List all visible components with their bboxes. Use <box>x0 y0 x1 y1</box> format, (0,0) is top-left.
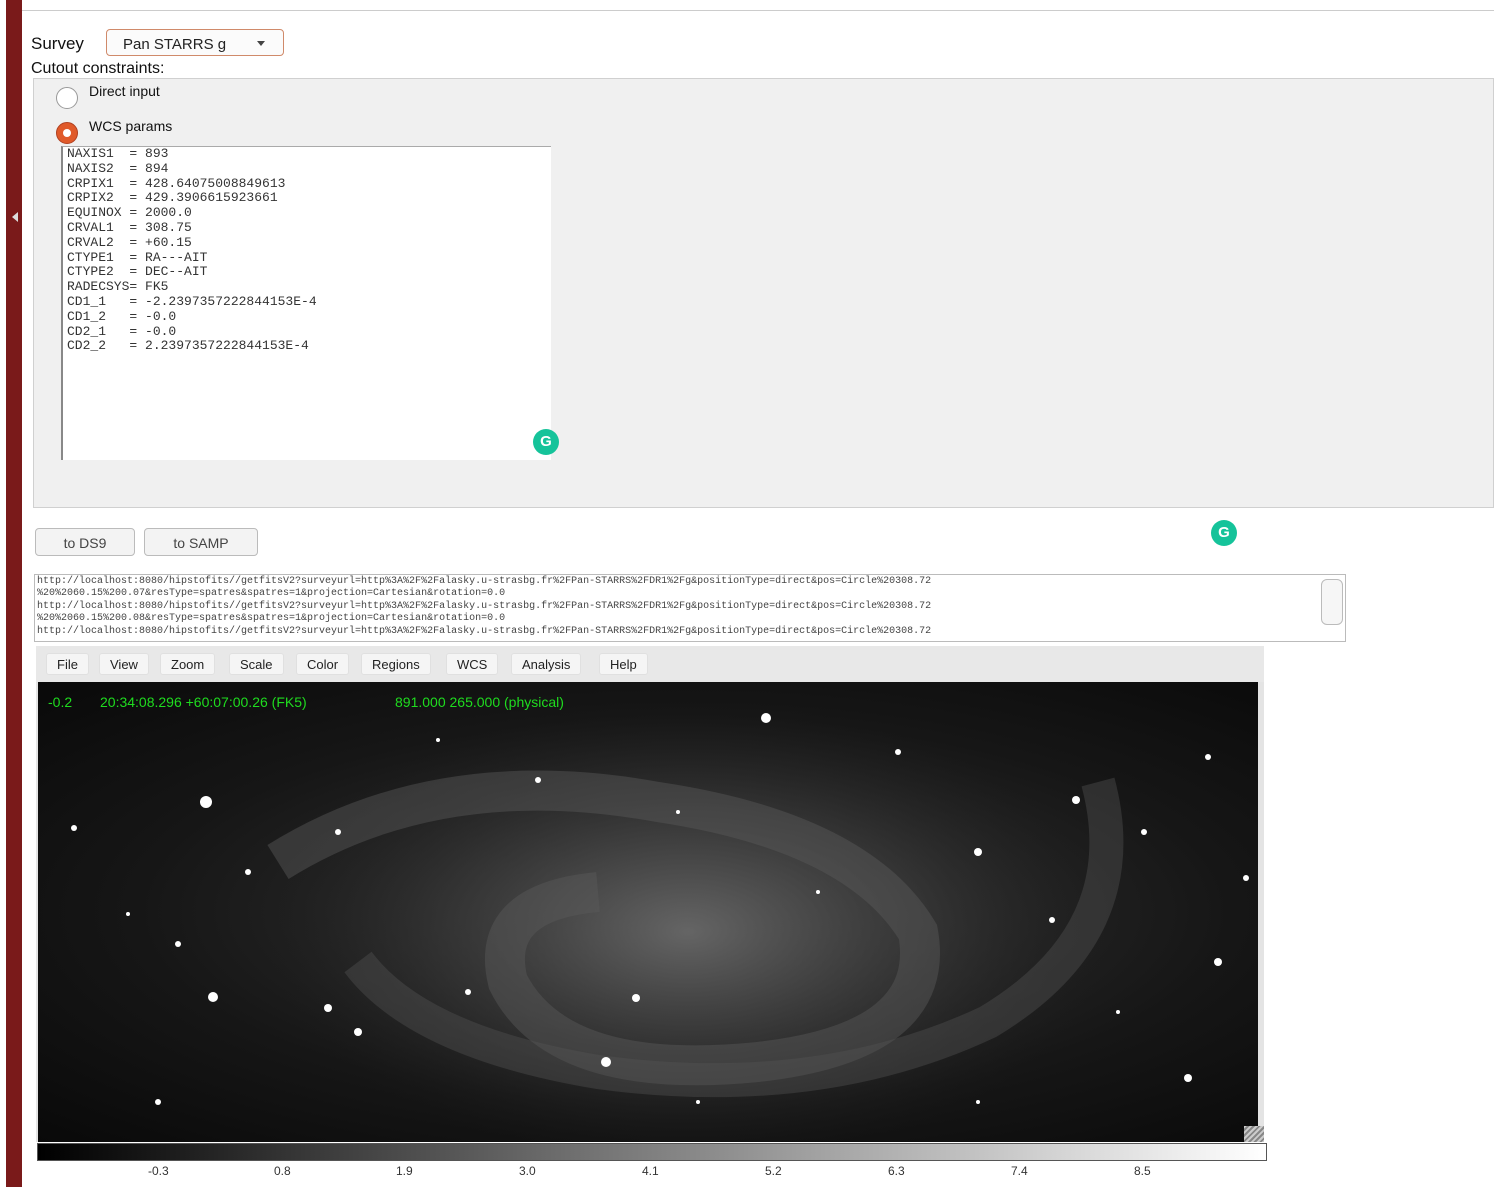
menu-view[interactable]: View <box>99 653 149 675</box>
menu-wcs[interactable]: WCS <box>446 653 499 675</box>
collapse-arrow-icon[interactable] <box>12 212 18 222</box>
wcs-line: EQUINOX = 2000.0 <box>67 205 192 221</box>
colorbar-tick: -0.3 <box>148 1164 169 1178</box>
survey-label: Survey <box>31 34 84 53</box>
url-line: http://localhost:8080/hipstofits//getfit… <box>37 626 932 637</box>
galaxy-image[interactable]: -0.2 20:34:08.296 +60:07:00.26 (FK5) 891… <box>38 682 1258 1142</box>
survey-selected-value: Pan STARRS g <box>123 36 227 53</box>
cutout-constraints-label: Cutout constraints: <box>31 60 165 77</box>
ds9-status-physical: 891.000 265.000 (physical) <box>395 694 564 710</box>
menu-analysis[interactable]: Analysis <box>511 653 582 675</box>
colorbar-tick: 4.1 <box>642 1164 659 1178</box>
grammarly-icon[interactable]: G <box>533 429 559 455</box>
url-line: http://localhost:8080/hipstofits//getfit… <box>37 601 932 612</box>
ds9-menu-bar: File View Zoom Scale Color Regions WCS A… <box>36 646 1264 682</box>
menu-scale[interactable]: Scale <box>229 653 284 675</box>
wcs-line: CRPIX2 = 429.3906615923661 <box>67 190 278 206</box>
menu-zoom[interactable]: Zoom <box>160 653 216 675</box>
menu-file[interactable]: File <box>46 653 89 675</box>
survey-select[interactable]: Pan STARRS g <box>106 29 284 56</box>
to-samp-button[interactable]: to SAMP <box>144 528 258 556</box>
url-line: %20%2060.15%200.08&resType=spatres&spatr… <box>37 613 506 624</box>
wcs-params-label: WCS params <box>89 118 173 134</box>
direct-input-label: Direct input <box>89 83 160 99</box>
colorbar-tick: 7.4 <box>1011 1164 1028 1178</box>
wcs-line: RADECSYS= FK5 <box>67 279 169 295</box>
url-line: http://localhost:8080/hipstofits//getfit… <box>37 576 932 587</box>
to-ds9-button[interactable]: to DS9 <box>35 528 135 556</box>
chevron-down-icon <box>257 41 265 46</box>
colorbar-tick: 5.2 <box>765 1164 782 1178</box>
direct-input-radio[interactable] <box>56 87 78 109</box>
wcs-line: NAXIS2 = 894 <box>67 160 169 176</box>
wcs-line: CD1_2 = -0.0 <box>67 308 177 324</box>
wcs-params-radio[interactable] <box>56 122 78 144</box>
ds9-status-value: -0.2 <box>48 694 73 710</box>
galaxy-image-render <box>71 702 1249 1142</box>
colorbar-tick: 8.5 <box>1134 1164 1151 1178</box>
colorbar-tick: 1.9 <box>396 1164 413 1178</box>
menu-color[interactable]: Color <box>296 653 350 675</box>
menu-regions[interactable]: Regions <box>361 653 431 675</box>
grammarly-icon[interactable]: G <box>1211 520 1237 546</box>
colorbar-tick: 0.8 <box>274 1164 291 1178</box>
ds9-viewer: File View Zoom Scale Color Regions WCS A… <box>36 646 1264 1142</box>
left-edge-bar <box>6 0 22 1187</box>
wcs-line: CRPIX1 = 428.64075008849613 <box>67 175 286 191</box>
wcs-line: NAXIS1 = 893 <box>67 146 169 161</box>
colorbar <box>37 1143 1267 1161</box>
wcs-line: CD2_1 = -0.0 <box>67 323 177 339</box>
wcs-line: CD2_2 = 2.2397357222844153E-4 <box>67 338 309 354</box>
wcs-line: CD1_1 = -2.2397357222844153E-4 <box>67 294 317 309</box>
url-scrollbar[interactable] <box>1321 579 1343 625</box>
url-list-textarea[interactable]: http://localhost:8080/hipstofits//getfit… <box>34 574 1346 642</box>
wcs-params-textarea[interactable]: NAXIS1 = 893 NAXIS2 = 894 CRPIX1 = 428.6… <box>61 146 551 460</box>
wcs-line: CTYPE2 = DEC--AIT <box>67 264 208 280</box>
url-line: %20%2060.15%200.07&resType=spatres&spatr… <box>37 588 506 599</box>
ds9-status-coords: 20:34:08.296 +60:07:00.26 (FK5) <box>100 694 307 710</box>
colorbar-tick: 3.0 <box>519 1164 536 1178</box>
top-divider <box>22 10 1494 11</box>
menu-help[interactable]: Help <box>599 653 648 675</box>
resize-handle[interactable] <box>1244 1126 1264 1142</box>
wcs-line: CTYPE1 = RA---AIT <box>67 249 208 265</box>
colorbar-tick: 6.3 <box>888 1164 905 1178</box>
wcs-line: CRVAL1 = 308.75 <box>67 220 192 235</box>
wcs-line: CRVAL2 = +60.15 <box>67 234 192 250</box>
